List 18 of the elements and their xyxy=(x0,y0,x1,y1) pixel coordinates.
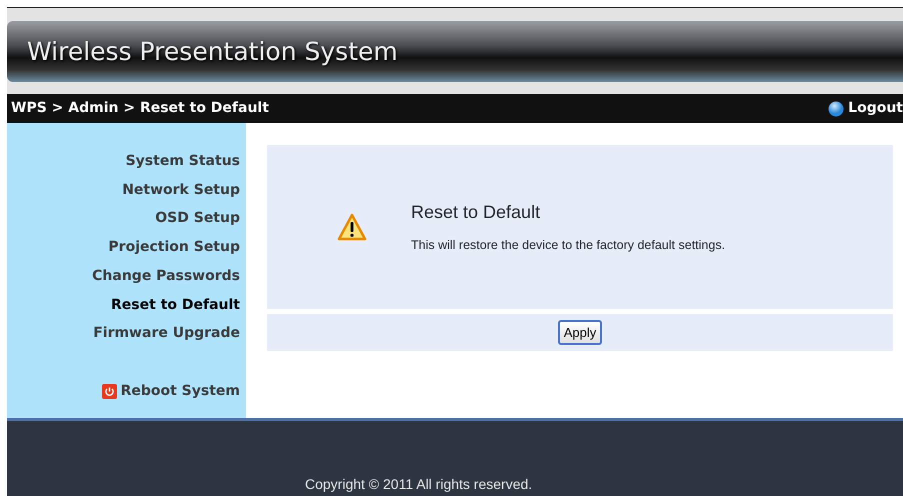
copyright-text: Copyright © 2011 All rights reserved. xyxy=(305,475,532,494)
sidebar-item[interactable]: Network Setup xyxy=(122,176,240,204)
sidebar-item[interactable]: Change Passwords xyxy=(92,262,240,291)
apply-button[interactable]: Apply xyxy=(558,320,602,346)
globe-icon xyxy=(828,100,844,116)
sidebar-item[interactable]: Projection Setup xyxy=(108,233,240,262)
panel-title: Reset to Default xyxy=(411,201,542,224)
sidebar-item[interactable]: Firmware Upgrade xyxy=(93,319,240,348)
reboot-link[interactable]: Reboot System xyxy=(102,376,240,406)
sidebar-item[interactable]: OSD Setup xyxy=(155,204,240,234)
logout-link[interactable]: Logout xyxy=(828,98,903,119)
sidebar-item[interactable]: System Status xyxy=(126,147,240,176)
warning-icon xyxy=(337,213,367,241)
panel-message: This will restore the device to the factory default settings. xyxy=(411,237,726,254)
sidebar-item[interactable]: Reset to Default xyxy=(111,290,240,320)
site-title: Wireless Presentation System xyxy=(27,36,398,68)
breadcrumb: WPS > Admin > Reset to Default xyxy=(11,99,269,118)
power-icon xyxy=(102,384,117,399)
